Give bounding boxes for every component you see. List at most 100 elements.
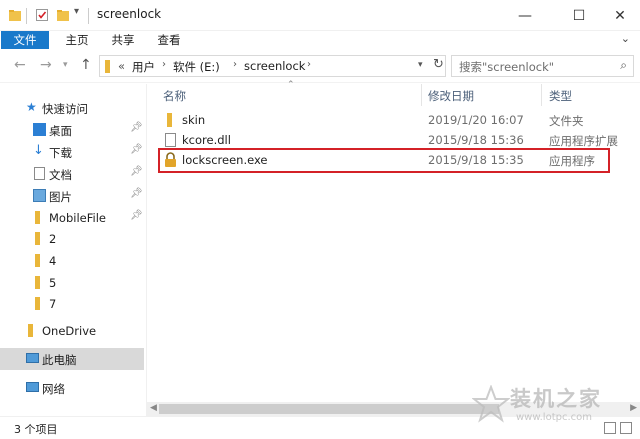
breadcrumb-prefix[interactable]: « — [118, 59, 125, 73]
file-name: skin — [182, 113, 206, 127]
column-header-date[interactable]: 修改日期 — [428, 88, 474, 104]
sidebar-item-onedrive[interactable]: OneDrive — [0, 320, 144, 342]
folder-icon — [35, 232, 40, 245]
recent-locations-icon[interactable]: ▾ — [63, 60, 68, 70]
chevron-right-icon[interactable]: › — [307, 59, 311, 70]
close-icon: ✕ — [614, 7, 626, 24]
column-divider[interactable] — [421, 84, 422, 106]
breadcrumb-drive-e[interactable]: 软件 (E:) — [173, 59, 220, 75]
close-button[interactable]: ✕ — [600, 0, 640, 31]
network-icon — [26, 382, 39, 392]
pictures-icon — [33, 189, 46, 202]
maximize-icon: ☐ — [572, 7, 586, 24]
minimize-button[interactable]: — — [502, 0, 548, 31]
sidebar-item-downloads[interactable]: ↓ 下载 📌︎ — [0, 141, 144, 163]
breadcrumb-screenlock[interactable]: screenlock — [244, 59, 305, 73]
search-box[interactable]: 搜索"screenlock" ⌕ — [451, 55, 634, 77]
forward-arrow-icon[interactable]: → — [40, 57, 52, 73]
sort-ascending-icon: ⌃ — [287, 80, 295, 90]
sidebar-item-network[interactable]: 网络 — [0, 377, 144, 399]
list-item[interactable]: kcore.dll 2015/9/18 15:36 应用程序扩展 — [159, 130, 629, 150]
sidebar-item-label: MobileFile — [49, 211, 106, 225]
list-item[interactable]: skin 2019/1/20 16:07 文件夹 — [159, 110, 629, 130]
tab-view[interactable]: 查看 — [150, 31, 188, 49]
star-icon: ★ — [26, 100, 37, 114]
title-bar: ▾ screenlock — ☐ ✕ — [0, 0, 640, 31]
sidebar-item-documents[interactable]: 文档 📌︎ — [0, 163, 144, 185]
sidebar-item-label: 文档 — [49, 168, 72, 182]
sidebar-item-folder-2[interactable]: 2 — [0, 228, 144, 250]
refresh-icon[interactable]: ↻ — [433, 57, 444, 72]
folder-icon — [35, 297, 40, 310]
sidebar-item-label: 图片 — [49, 190, 72, 204]
chevron-right-icon[interactable]: › — [162, 59, 166, 70]
address-bar[interactable]: « 用户 › 软件 (E:) › screenlock › ▾ ↻ — [99, 55, 446, 77]
watermark-logo: 装机之家 www.lotpc.com — [470, 381, 640, 431]
sidebar-item-label: 4 — [49, 254, 57, 268]
maximize-button[interactable]: ☐ — [556, 0, 602, 31]
window-title: screenlock — [97, 7, 162, 21]
file-date: 2015/9/18 15:36 — [428, 133, 524, 147]
address-row: ← → ▾ ↑ « 用户 › 软件 (E:) › screenlock › ▾ … — [0, 49, 640, 83]
up-arrow-icon[interactable]: ↑ — [80, 57, 92, 73]
folder-icon — [105, 60, 111, 76]
folder-icon — [167, 113, 172, 127]
column-header-name[interactable]: 名称 — [163, 88, 186, 104]
sidebar-item-folder-7[interactable]: 7 — [0, 293, 144, 315]
document-icon — [34, 167, 45, 180]
sidebar-item-label: OneDrive — [42, 324, 97, 338]
search-icon[interactable]: ⌕ — [620, 58, 627, 73]
breadcrumb-users[interactable]: 用户 — [132, 59, 155, 75]
item-count: 3 个项目 — [14, 423, 58, 436]
star-logo-icon — [472, 385, 510, 423]
sidebar-item-label: 此电脑 — [42, 353, 77, 367]
pin-icon: 📌︎ — [130, 188, 143, 199]
sidebar-item-folder-4[interactable]: 4 — [0, 250, 144, 272]
folder-icon — [35, 211, 40, 224]
sidebar-item-desktop[interactable]: 桌面 📌︎ — [0, 119, 144, 141]
sidebar-item-label: 5 — [49, 276, 57, 290]
file-date: 2019/1/20 16:07 — [428, 113, 524, 127]
file-name: kcore.dll — [182, 133, 231, 147]
file-type: 应用程序扩展 — [549, 134, 618, 148]
back-arrow-icon[interactable]: ← — [14, 57, 26, 73]
file-list: ⌃ 名称 修改日期 类型 skin 2019/1/20 16:07 文件夹 kc… — [147, 80, 640, 402]
pin-icon: 📌︎ — [130, 210, 143, 221]
sidebar-item-label: 桌面 — [49, 124, 72, 138]
sidebar-item-this-pc[interactable]: 此电脑 — [0, 348, 144, 370]
customize-quick-access-icon[interactable]: ▾ — [74, 6, 79, 22]
sidebar-item-label: 下载 — [49, 146, 72, 160]
folder-icon — [35, 254, 40, 267]
watermark-title: 装机之家 — [510, 387, 602, 411]
chevron-right-icon[interactable]: › — [233, 59, 237, 70]
pin-icon: 📌︎ — [130, 122, 143, 133]
folder-icon — [8, 8, 22, 24]
address-dropdown-icon[interactable]: ▾ — [418, 60, 423, 70]
download-icon: ↓ — [33, 143, 44, 158]
sidebar-item-quick-access[interactable]: ★ 快速访问 — [0, 97, 144, 119]
file-type: 文件夹 — [549, 114, 584, 128]
pin-icon: 📌︎ — [130, 144, 143, 155]
desktop-icon — [33, 123, 46, 136]
properties-icon[interactable] — [35, 8, 49, 24]
sidebar-item-mobilefile[interactable]: MobileFile 📌︎ — [0, 207, 144, 229]
sidebar-item-pictures[interactable]: 图片 📌︎ — [0, 185, 144, 207]
tab-file[interactable]: 文件 — [1, 31, 49, 49]
sidebar-item-folder-5[interactable]: 5 — [0, 272, 144, 294]
expand-ribbon-icon[interactable]: ⌄ — [621, 32, 630, 45]
highlight-box — [158, 148, 610, 173]
sidebar-item-label: 7 — [49, 297, 57, 311]
tab-share[interactable]: 共享 — [104, 31, 142, 49]
column-divider[interactable] — [541, 84, 542, 106]
new-folder-icon[interactable] — [56, 8, 70, 24]
ribbon: 文件 主页 共享 查看 ⌄ — [0, 31, 640, 49]
folder-icon — [35, 276, 40, 289]
scrollbar-thumb[interactable] — [159, 404, 499, 414]
watermark-url: www.lotpc.com — [516, 412, 592, 423]
column-header-type[interactable]: 类型 — [549, 88, 572, 104]
tab-home[interactable]: 主页 — [58, 31, 96, 49]
sidebar-item-label: 快速访问 — [42, 102, 88, 116]
search-placeholder: 搜索"screenlock" — [459, 60, 555, 74]
scroll-left-icon[interactable]: ◀ — [150, 403, 157, 413]
sidebar-item-label: 网络 — [42, 382, 65, 396]
